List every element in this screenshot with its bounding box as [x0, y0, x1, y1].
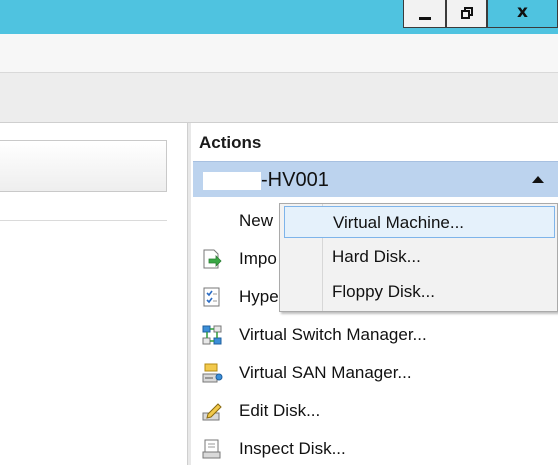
minimize-icon	[419, 17, 431, 20]
submenu-label: Virtual Machine...	[333, 213, 465, 232]
submenu-item-floppy-disk[interactable]: Floppy Disk...	[284, 276, 555, 308]
restore-button[interactable]	[446, 0, 487, 28]
redacted-server-prefix	[203, 172, 261, 190]
title-bar: x	[0, 0, 558, 34]
close-button[interactable]: x	[487, 0, 558, 28]
toolbar	[0, 73, 558, 123]
restore-icon	[461, 7, 473, 19]
hyper-v-settings-icon	[203, 287, 220, 307]
action-label: Hype	[239, 287, 279, 306]
collapse-up-icon[interactable]	[532, 176, 544, 183]
new-submenu: Virtual Machine... Hard Disk... Floppy D…	[279, 203, 558, 312]
server-name: -HV001	[261, 169, 329, 191]
import-icon	[203, 249, 222, 269]
edit-disk-icon	[202, 403, 222, 421]
minimize-button[interactable]	[403, 0, 446, 28]
submenu-item-virtual-machine[interactable]: Virtual Machine...	[284, 206, 555, 238]
virtual-switch-icon	[202, 325, 222, 345]
list-row[interactable]	[0, 192, 167, 221]
inspect-disk-icon	[202, 439, 221, 459]
close-icon: x	[517, 2, 528, 22]
menu-bar	[0, 34, 558, 73]
action-label: Inspect Disk...	[239, 439, 346, 458]
list-column-header[interactable]	[0, 140, 167, 192]
action-inspect-disk[interactable]: Inspect Disk...	[191, 430, 558, 468]
submenu-item-hard-disk[interactable]: Hard Disk...	[284, 241, 555, 273]
action-label: Impo	[239, 249, 277, 268]
action-label: Edit Disk...	[239, 401, 321, 420]
submenu-label: Hard Disk...	[332, 247, 421, 266]
action-virtual-san-manager[interactable]: Virtual SAN Manager...	[191, 354, 558, 392]
server-section-header[interactable]: -HV001	[193, 161, 558, 197]
action-edit-disk[interactable]: Edit Disk...	[191, 392, 558, 430]
submenu-label: Floppy Disk...	[332, 282, 435, 301]
action-virtual-switch-manager[interactable]: Virtual Switch Manager...	[191, 316, 558, 354]
actions-title: Actions	[199, 133, 262, 152]
action-label: New	[239, 211, 274, 230]
virtual-san-icon	[202, 363, 223, 383]
action-label: Virtual Switch Manager...	[239, 325, 427, 344]
action-label: Virtual SAN Manager...	[239, 363, 412, 382]
